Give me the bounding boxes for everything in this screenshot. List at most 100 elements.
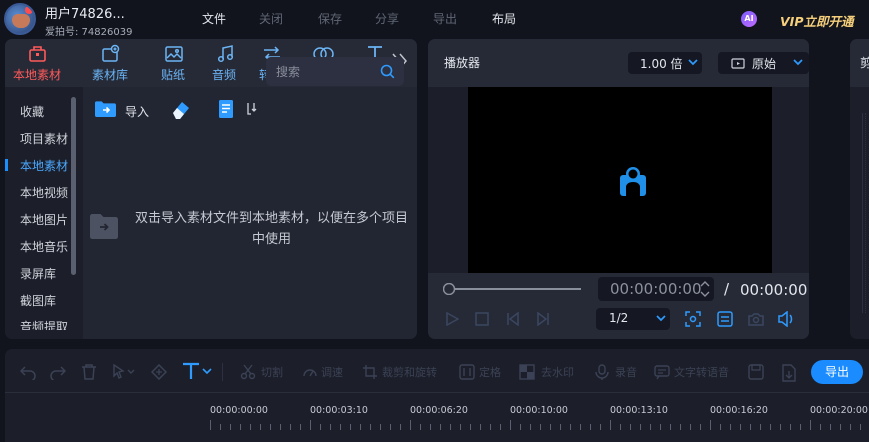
sidebar-active-indicator xyxy=(5,159,8,171)
search-icon[interactable] xyxy=(380,64,395,79)
properties-panel: 剪 xyxy=(850,39,869,339)
tab-local-media[interactable]: 本地素材 xyxy=(5,39,69,87)
sidebar-item-local-images[interactable]: 本地图片 xyxy=(20,211,68,228)
material-library-icon xyxy=(78,44,142,64)
previous-frame-icon[interactable] xyxy=(506,312,520,326)
menu-export[interactable]: 导出 xyxy=(433,10,457,27)
toolbox-icon xyxy=(5,44,69,64)
sidebar-item-screenshots[interactable]: 截图库 xyxy=(20,292,56,309)
export-frame-icon[interactable] xyxy=(781,364,797,382)
sidebar-item-project-media[interactable]: 项目素材 xyxy=(20,130,68,147)
menu-file[interactable]: 文件 xyxy=(202,10,226,27)
text-to-speech-icon[interactable] xyxy=(654,364,670,380)
time-separator: / xyxy=(724,280,730,298)
freeze-frame-icon[interactable] xyxy=(459,364,475,380)
speed-button[interactable]: 调速 xyxy=(321,364,343,380)
freeze-frame-button[interactable]: 定格 xyxy=(479,364,501,380)
watermark-logo-icon xyxy=(620,166,646,196)
text-add-icon[interactable] xyxy=(181,361,215,381)
screen-icon xyxy=(731,58,745,69)
volume-icon[interactable] xyxy=(778,311,795,327)
progress-slider[interactable] xyxy=(443,283,583,295)
ruler-label: 00:00:13:10 xyxy=(610,405,668,416)
ruler-ticks xyxy=(210,420,869,430)
ai-badge[interactable]: AI xyxy=(741,11,757,27)
crop-rotate-icon[interactable] xyxy=(362,364,378,380)
search-input[interactable] xyxy=(276,63,372,80)
remove-watermark-icon[interactable] xyxy=(519,364,535,380)
quality-select[interactable]: 1/2 xyxy=(596,308,670,330)
properties-panel-title: 剪 xyxy=(860,56,869,70)
tab-material-library[interactable]: 素材库 xyxy=(78,39,142,87)
search-box[interactable] xyxy=(266,57,404,86)
record-audio-button[interactable]: 录音 xyxy=(615,364,637,380)
vip-button[interactable]: VIP立即开通 xyxy=(780,11,854,30)
keyframe-icon[interactable] xyxy=(151,364,167,380)
speed-select[interactable]: 1.00 倍 xyxy=(628,52,702,74)
video-preview[interactable] xyxy=(468,87,772,273)
user-id: 爱拍号: 74826039 xyxy=(45,27,133,38)
stop-icon[interactable] xyxy=(475,312,489,326)
export-button[interactable]: 导出 xyxy=(811,360,863,384)
split-button[interactable]: 切割 xyxy=(261,364,283,380)
sidebar-item-favorites[interactable]: 收藏 xyxy=(20,103,44,120)
chevron-down-icon xyxy=(688,59,698,66)
eraser-icon[interactable] xyxy=(170,98,192,120)
ruler-label: 00:00:10:00 xyxy=(510,405,568,416)
crop-focus-icon[interactable] xyxy=(685,311,701,327)
toolbar-divider xyxy=(222,363,223,381)
empty-folder-icon xyxy=(89,213,119,240)
avatar[interactable] xyxy=(4,3,36,35)
document-icon[interactable] xyxy=(218,99,234,119)
ruler-label: 00:00:06:20 xyxy=(410,405,468,416)
sort-icon[interactable] xyxy=(246,102,258,116)
quality-value: 1/2 xyxy=(609,311,629,325)
player-header: 播放器 1.00 倍 原始 xyxy=(428,39,809,87)
chevron-down-icon xyxy=(793,59,803,66)
ruler-label: 00:00:00:00 xyxy=(210,405,268,416)
menu-save[interactable]: 保存 xyxy=(318,10,342,27)
sidebar-item-local-music[interactable]: 本地音乐 xyxy=(20,238,68,255)
crop-rotate-button[interactable]: 裁剪和旋转 xyxy=(382,364,437,380)
camera-icon[interactable] xyxy=(748,311,764,327)
menu-share[interactable]: 分享 xyxy=(375,10,399,27)
play-icon[interactable] xyxy=(445,312,459,326)
speed-icon[interactable] xyxy=(302,364,318,380)
time-stepper-icon[interactable] xyxy=(700,279,710,299)
speed-value: 1.00 倍 xyxy=(640,57,683,71)
avatar-face-icon xyxy=(12,14,30,28)
next-frame-icon[interactable] xyxy=(536,312,550,326)
title-bar: 用户74826... 爱拍号: 74826039 文件 关闭 保存 分享 导出 … xyxy=(0,0,869,38)
scissors-icon[interactable] xyxy=(240,364,256,380)
ruler-label: 00:00:03:10 xyxy=(310,405,368,416)
sidebar-scrollbar[interactable] xyxy=(71,97,76,275)
text-to-speech-button[interactable]: 文字转语音 xyxy=(674,364,729,380)
microphone-icon[interactable] xyxy=(594,364,610,380)
notification-dot xyxy=(25,6,33,14)
aspect-select[interactable]: 原始 xyxy=(718,52,809,74)
subtitle-icon[interactable] xyxy=(717,311,733,327)
sidebar-item-local-video[interactable]: 本地视频 xyxy=(20,184,68,201)
menu-close[interactable]: 关闭 xyxy=(259,10,283,27)
redo-icon[interactable] xyxy=(50,364,66,380)
import-button[interactable]: 导入 xyxy=(125,103,149,120)
sidebar-item-audio-extract[interactable]: 音频提取 xyxy=(20,318,68,330)
timeline-ruler[interactable] xyxy=(5,392,869,442)
menu-layout[interactable]: 布局 xyxy=(492,10,516,27)
user-name[interactable]: 用户74826... xyxy=(45,3,125,22)
player-title: 播放器 xyxy=(444,56,481,70)
tab-label: 本地素材 xyxy=(12,68,61,82)
sidebar-item-recordings[interactable]: 录屏库 xyxy=(20,265,56,282)
media-sidebar: 收藏 项目素材 本地素材 本地视频 本地图片 本地音乐 录屏库 截图库 音频提取 xyxy=(5,87,83,339)
delete-icon[interactable] xyxy=(81,364,97,380)
tab-label: 素材库 xyxy=(91,68,128,82)
sidebar-item-local-media[interactable]: 本地素材 xyxy=(20,157,68,174)
current-time-field[interactable]: 00:00:00:00 xyxy=(598,277,714,301)
folder-import-icon[interactable] xyxy=(94,100,116,118)
pointer-icon[interactable] xyxy=(112,364,136,380)
player-panel: 播放器 1.00 倍 原始 00:00:00:00 / 00:00:00 1/2 xyxy=(428,39,809,339)
undo-icon[interactable] xyxy=(20,364,36,380)
remove-watermark-button[interactable]: 去水印 xyxy=(541,364,574,380)
save-frame-icon[interactable] xyxy=(748,364,764,380)
ruler-label: 00:00:16:20 xyxy=(710,405,768,416)
